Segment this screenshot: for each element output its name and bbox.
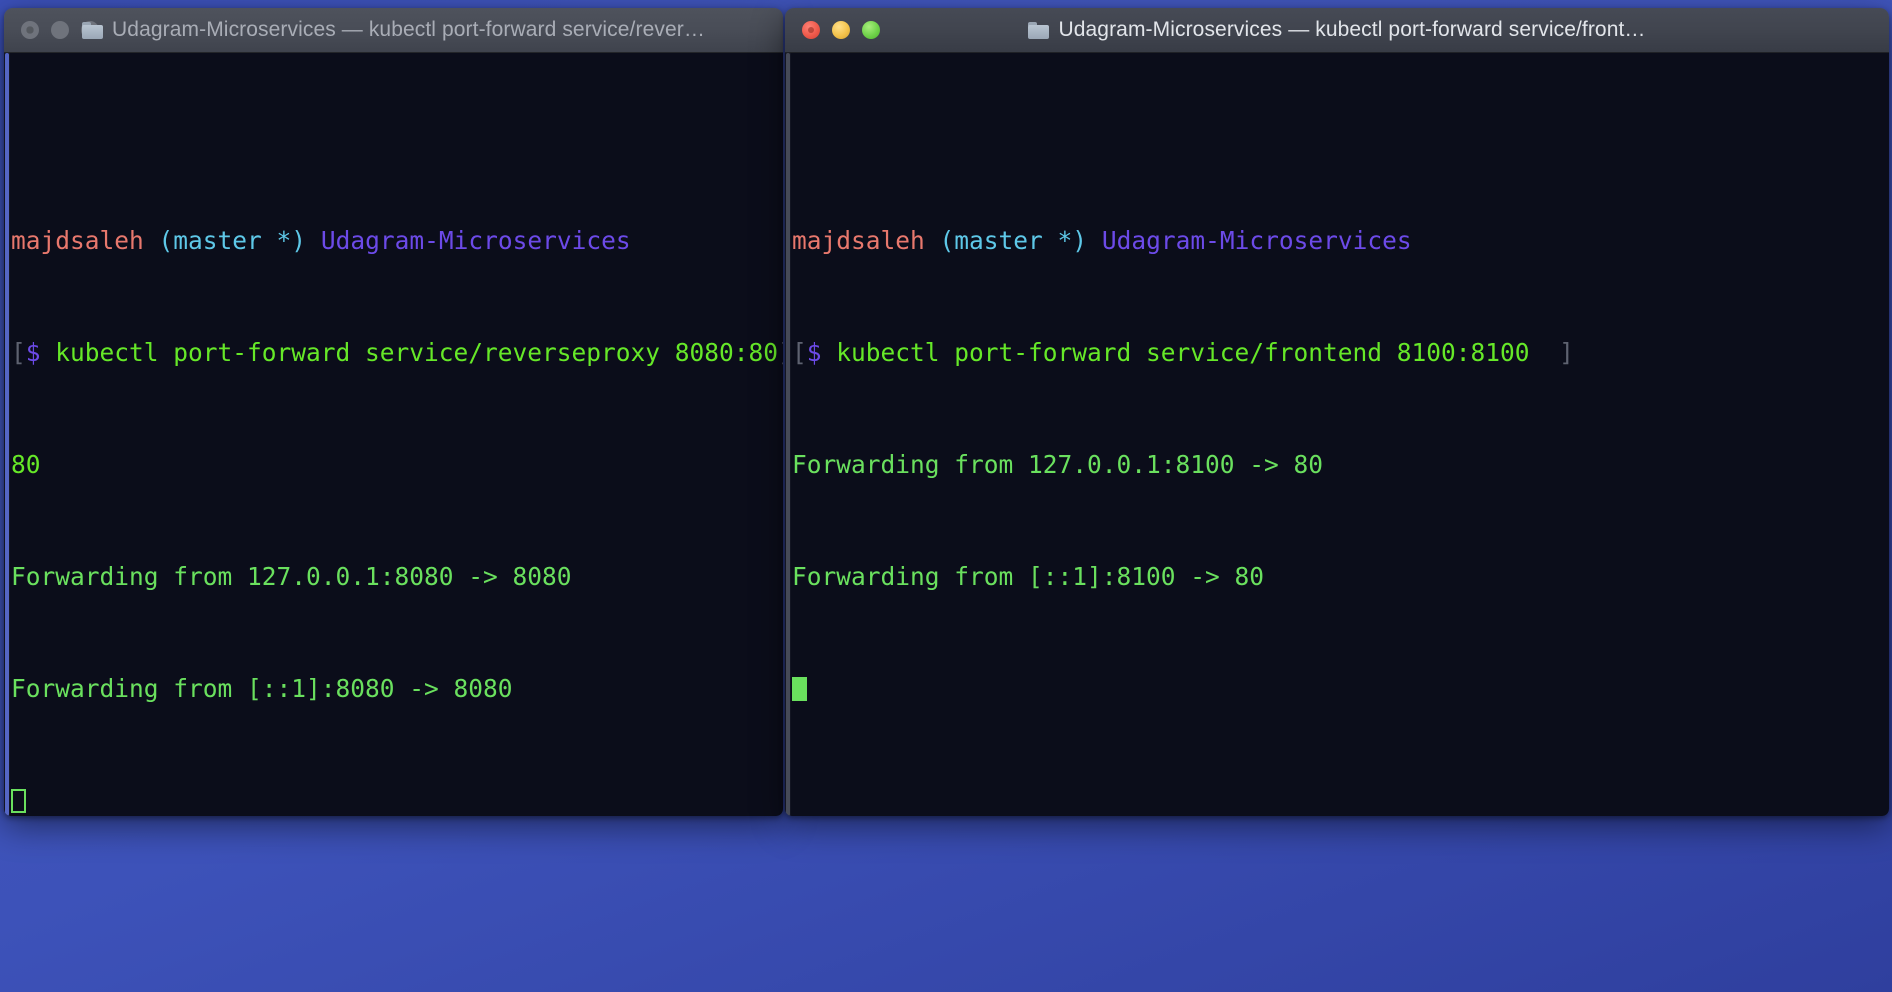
command-wrapped-tail-left: 80 [11,450,41,479]
output-line-right-1: Forwarding from [::1]:8100 -> 80 [792,563,1889,591]
output-text: Forwarding from [::1]:8100 -> 80 [792,562,1265,591]
title-group-left: Udagram-Microservices — kubectl port-for… [4,18,783,42]
prompt-symbol-right: $ [806,338,822,367]
prompt-symbol-left: $ [25,338,41,367]
cursor-line-right [792,675,1889,703]
wrap-marker-start-right: [ [792,338,807,367]
prompt-user-right: majdsaleh [792,226,925,255]
wrap-marker-end-left: ] [778,338,783,367]
output-line-left-0: Forwarding from 127.0.0.1:8080 -> 8080 [11,563,783,591]
prompt-path-right: Udagram-Microservices [1101,226,1412,255]
close-button-right[interactable] [802,21,820,39]
window-title-left: Udagram-Microservices — kubectl port-for… [112,18,705,41]
wrap-marker-end-right: ] [1559,338,1574,367]
command-text-right: kubectl port-forward service/frontend 81… [836,338,1530,367]
close-button-left[interactable] [21,21,39,39]
folder-icon [1028,21,1050,39]
output-text: Forwarding from 127.0.0.1:8100 -> 80 [792,450,1324,479]
output-text: Forwarding from 127.0.0.1:8080 -> 8080 [11,562,572,591]
scrollbar-thumb-right[interactable] [786,53,790,816]
titlebar-right[interactable]: Udagram-Microservices — kubectl port-for… [785,8,1889,53]
minimize-button-left[interactable] [51,21,69,39]
maximize-button-left[interactable] [81,21,99,39]
window-title-right: Udagram-Microservices — kubectl port-for… [1058,18,1646,41]
terminal-window-left[interactable]: Udagram-Microservices — kubectl port-for… [4,8,783,816]
terminal-body-right[interactable]: majdsaleh (master *) Udagram-Microservic… [785,53,1889,816]
command-wrap-line-left: 80 [11,451,783,479]
prompt-user-left: majdsaleh [11,226,144,255]
output-line-left-1: Forwarding from [::1]:8080 -> 8080 [11,675,783,703]
traffic-lights-left [21,21,99,39]
terminal-cursor-left [11,789,26,813]
traffic-lights-right [802,21,880,39]
command-line-left: [$ kubectl port-forward service/reversep… [11,339,783,367]
maximize-button-right[interactable] [862,21,880,39]
command-text-left: kubectl port-forward service/reverseprox… [55,338,779,367]
terminal-output-right: majdsaleh (master *) Udagram-Microservic… [785,143,1889,787]
output-line-right-0: Forwarding from 127.0.0.1:8100 -> 80 [792,451,1889,479]
cursor-line-left [11,787,783,815]
terminal-window-right[interactable]: Udagram-Microservices — kubectl port-for… [785,8,1889,816]
minimize-button-right[interactable] [832,21,850,39]
terminal-body-left[interactable]: majdsaleh (master *) Udagram-Microservic… [4,53,783,816]
prompt-branch-left: (master *) [158,226,307,255]
scrollbar-left[interactable] [4,53,10,816]
terminal-cursor-right [792,677,807,701]
output-text: Forwarding from [::1]:8080 -> 8080 [11,674,513,703]
prompt-branch-right: (master *) [939,226,1088,255]
prompt-line-left: majdsaleh (master *) Udagram-Microservic… [11,227,783,255]
wrap-marker-start-left: [ [11,338,26,367]
titlebar-left[interactable]: Udagram-Microservices — kubectl port-for… [4,8,783,53]
scrollbar-right[interactable] [785,53,791,816]
prompt-path-left: Udagram-Microservices [320,226,631,255]
prompt-line-right: majdsaleh (master *) Udagram-Microservic… [792,227,1889,255]
title-group-right: Udagram-Microservices — kubectl port-for… [785,18,1889,42]
terminal-output-left: majdsaleh (master *) Udagram-Microservic… [4,143,783,816]
command-line-right: [$ kubectl port-forward service/frontend… [792,339,1889,367]
scrollbar-thumb-left[interactable] [5,53,9,816]
